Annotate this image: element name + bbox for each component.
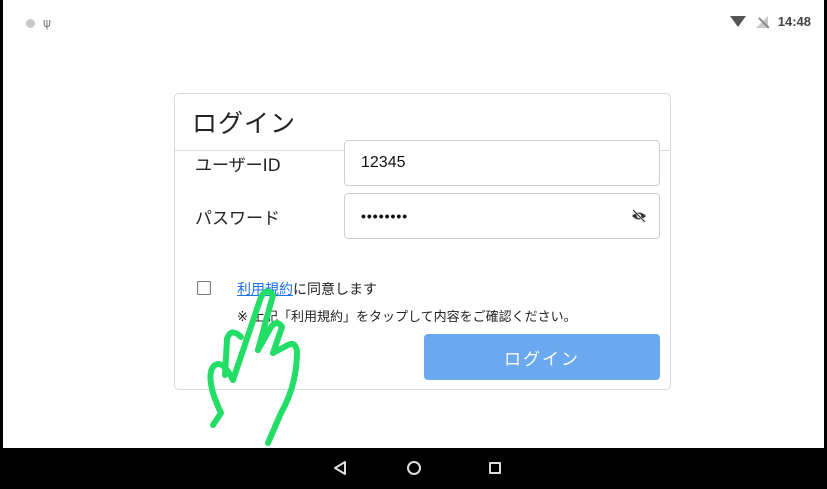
back-icon[interactable] [333, 460, 347, 476]
terms-link[interactable]: 利用規約 [237, 282, 293, 298]
user-id-input[interactable]: 12345 [344, 140, 660, 186]
agree-checkbox[interactable] [197, 281, 211, 295]
status-bar: ψ 14:48 [6, 0, 821, 40]
user-id-value: 12345 [361, 154, 406, 171]
agreement-note: ※ 上記「利用規約」をタップして内容をご確認ください。 [237, 310, 577, 325]
eye-off-icon[interactable] [631, 209, 647, 223]
recents-icon[interactable] [489, 462, 501, 474]
login-card: ログイン ユーザーID 12345 パスワード •••••••• 利用規約に同意… [174, 93, 671, 390]
password-value: •••••••• [361, 208, 409, 224]
home-icon[interactable] [407, 461, 421, 475]
status-right-icons: 14:48 [729, 14, 811, 29]
status-left-icons: ψ [26, 17, 51, 29]
usb-icon: ψ [43, 16, 51, 30]
password-input[interactable]: •••••••• [344, 193, 660, 239]
login-button[interactable]: ログイン [424, 334, 660, 380]
navigation-bar [3, 448, 827, 489]
password-label: パスワード [195, 208, 280, 229]
wifi-icon [729, 16, 746, 27]
device-screen: ψ 14:48 ログイン ユーザーID 12345 パスワード •••••••• [0, 0, 827, 489]
user-id-label: ユーザーID [195, 155, 281, 176]
notification-dot-icon [26, 18, 35, 28]
agreement-suffix: に同意します [293, 282, 377, 298]
agreement-text: 利用規約に同意します [237, 279, 377, 299]
login-title: ログイン [192, 109, 297, 138]
agreement-row: 利用規約に同意します [197, 281, 377, 298]
status-clock: 14:48 [777, 14, 811, 29]
no-signal-icon [755, 15, 768, 28]
